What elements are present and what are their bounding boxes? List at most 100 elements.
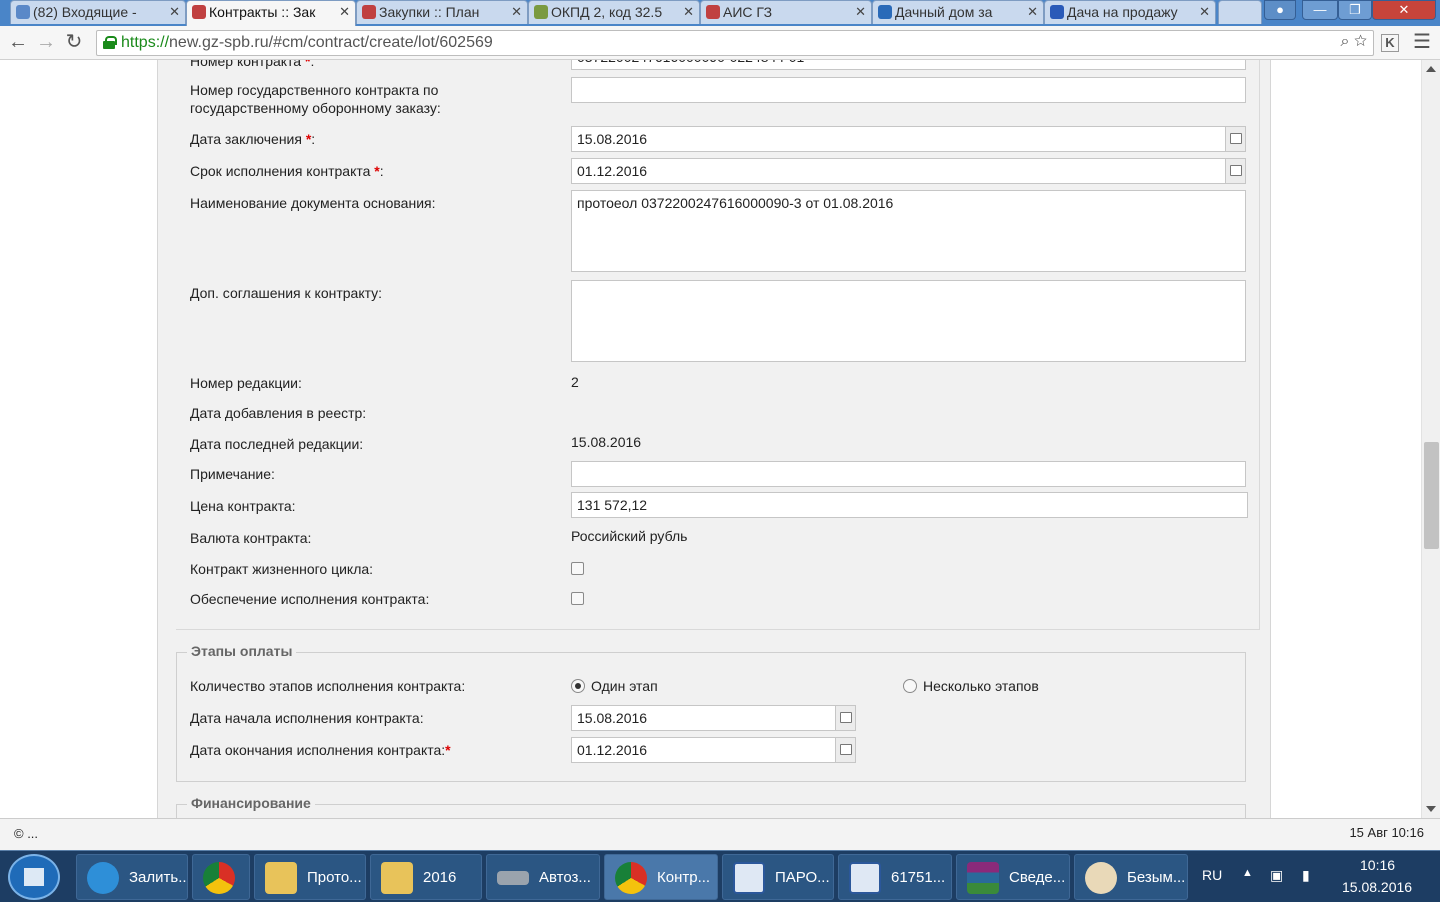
taskbar-item-paint[interactable]: Безым... — [1074, 854, 1188, 900]
note-field[interactable] — [571, 461, 1246, 487]
close-icon[interactable]: ✕ — [169, 4, 180, 20]
lifecycle-checkbox[interactable] — [571, 562, 584, 575]
taskbar-label: Автоз... — [539, 869, 591, 886]
tab-purchases[interactable]: Закупки :: План ✕ — [356, 0, 528, 24]
conclusion-date-field[interactable]: 15.08.2016 — [571, 126, 1246, 152]
taskbar-item-word-paro[interactable]: ПАРО... — [722, 854, 834, 900]
network-icon[interactable]: ▮ — [1302, 867, 1310, 884]
tray-expand-icon[interactable]: ▲ — [1242, 867, 1253, 879]
close-icon[interactable]: ✕ — [855, 4, 866, 20]
menu-icon[interactable]: ☰ — [1410, 31, 1434, 55]
taskbar-item-folder-2016[interactable]: 2016 — [370, 854, 482, 900]
close-icon[interactable]: ✕ — [683, 4, 694, 20]
lock-icon — [103, 36, 117, 49]
tab-dacha-sale[interactable]: Дача на продажу ✕ — [1044, 0, 1216, 24]
action-center-icon[interactable]: ▣ — [1270, 867, 1283, 884]
taskbar-item-winrar[interactable]: Сведе... — [956, 854, 1070, 900]
deadline-label: Срок исполнения контракта *: — [190, 163, 384, 179]
avito-icon — [878, 5, 892, 19]
reload-icon[interactable]: ↻ — [62, 31, 86, 55]
tab-title: Дачный дом за — [895, 4, 993, 20]
scroll-thumb[interactable] — [1424, 442, 1439, 549]
minimize-button[interactable]: — — [1302, 0, 1338, 20]
window-close-button[interactable]: ✕ — [1372, 0, 1436, 20]
defense-contract-field[interactable] — [571, 77, 1246, 103]
url-text: https://new.gz-spb.ru/#cm/contract/creat… — [121, 34, 493, 51]
calendar-icon[interactable] — [835, 706, 855, 730]
back-arrow-icon[interactable]: ← — [6, 31, 30, 55]
contract-number-field[interactable]: 0372200247616000090-0224844-01 — [571, 60, 1246, 70]
folder-icon — [265, 862, 297, 894]
tab-ais-gz[interactable]: АИС ГЗ ✕ — [700, 0, 872, 24]
taskbar-item-word-61751[interactable]: 61751... — [838, 854, 952, 900]
calendar-icon[interactable] — [835, 738, 855, 762]
page-scrollbar[interactable] — [1421, 60, 1440, 818]
close-icon[interactable]: ✕ — [1027, 4, 1038, 20]
last-revision-label: Дата последней редакции: — [190, 436, 364, 452]
stage-start-label: Дата начала исполнения контракта: — [190, 710, 424, 726]
close-icon[interactable]: ✕ — [511, 4, 522, 20]
close-icon[interactable]: ✕ — [339, 4, 350, 20]
taskbar-label: ПАРО... — [775, 869, 830, 886]
status-right-text: 15 Авг 10:16 — [1349, 825, 1424, 840]
wrench-icon — [362, 5, 376, 19]
last-revision-value: 15.08.2016 — [571, 434, 642, 450]
defense-contract-label: Номер государственного контракта по госуд… — [190, 82, 441, 116]
price-label: Цена контракта: — [190, 498, 296, 514]
taskbar-item-chrome-contracts[interactable]: Контр... — [604, 854, 718, 900]
tab-dacha-house[interactable]: Дачный дом за ✕ — [872, 0, 1044, 24]
revision-label: Номер редакции: — [190, 375, 302, 391]
new-tab-button[interactable] — [1218, 0, 1262, 24]
stage-end-label: Дата окончания исполнения контракта:* — [190, 742, 451, 758]
calendar-icon[interactable] — [1225, 159, 1245, 183]
taskbar-item-ie[interactable]: Залить... — [76, 854, 188, 900]
stages-count-label: Количество этапов исполнения контракта: — [190, 678, 466, 694]
stage-start-field[interactable]: 15.08.2016 — [571, 705, 856, 731]
radio-many-stages[interactable] — [903, 679, 917, 693]
calendar-icon[interactable] — [1225, 127, 1245, 151]
word-icon — [733, 862, 765, 894]
security-checkbox[interactable] — [571, 592, 584, 605]
one-stage-label: Один этап — [591, 678, 658, 694]
clock-date[interactable]: 15.08.2016 — [1342, 879, 1412, 895]
scroll-down-icon[interactable] — [1426, 806, 1436, 812]
chrome-icon — [203, 862, 235, 894]
tab-title: ОКПД 2, код 32.5 — [551, 4, 663, 20]
tab-contracts[interactable]: Контракты :: Зак ✕ — [186, 0, 356, 26]
start-button[interactable] — [8, 854, 60, 900]
tab-gmail[interactable]: (82) Входящие - ✕ — [10, 0, 186, 24]
tab-title: Контракты :: Зак — [209, 4, 316, 20]
bookmark-star-icon[interactable]: ☆ — [1354, 33, 1367, 50]
address-bar[interactable]: https://new.gz-spb.ru/#cm/contract/creat… — [96, 30, 1374, 56]
zoom-icon[interactable]: ⌕ — [1341, 33, 1350, 50]
page-viewport: Номер контракта *: 0372200247616000090-0… — [0, 60, 1421, 818]
radio-one-stage[interactable] — [571, 679, 585, 693]
stage-end-field[interactable]: 01.12.2016 — [571, 737, 856, 763]
revision-value: 2 — [571, 374, 579, 390]
user-icon[interactable]: ● — [1264, 0, 1296, 20]
taskbar-item-chrome[interactable] — [192, 854, 250, 900]
language-indicator[interactable]: RU — [1202, 867, 1222, 883]
clock-time[interactable]: 10:16 — [1360, 857, 1395, 873]
tab-title: (82) Входящие - — [33, 4, 137, 20]
chrome-icon — [615, 862, 647, 894]
price-field[interactable]: 131 572,12 — [571, 492, 1248, 518]
addendum-textarea[interactable] — [571, 280, 1246, 362]
taskbar-label: Прото... — [307, 869, 362, 886]
taskbar-label: Безым... — [1127, 869, 1186, 886]
tab-okpd[interactable]: ОКПД 2, код 32.5 ✕ — [528, 0, 700, 24]
contract-number-label: Номер контракта *: — [190, 60, 315, 69]
extension-icon[interactable]: K — [1381, 34, 1399, 52]
forward-arrow-icon[interactable]: → — [34, 31, 58, 55]
close-icon[interactable]: ✕ — [1199, 4, 1210, 20]
deadline-field[interactable]: 01.12.2016 — [571, 158, 1246, 184]
tab-title: Дача на продажу — [1067, 4, 1178, 20]
taskbar-item-drive[interactable]: Автоз... — [486, 854, 600, 900]
maximize-button[interactable]: ❐ — [1338, 0, 1372, 20]
note-label: Примечание: — [190, 466, 275, 482]
taskbar-item-folder-protocols[interactable]: Прото... — [254, 854, 366, 900]
basis-document-textarea[interactable]: протоеол 0372200247616000090-3 от 01.08.… — [571, 190, 1246, 272]
scroll-up-icon[interactable] — [1426, 66, 1436, 72]
taskbar-label: Контр... — [657, 869, 711, 886]
winrar-icon — [967, 862, 999, 894]
